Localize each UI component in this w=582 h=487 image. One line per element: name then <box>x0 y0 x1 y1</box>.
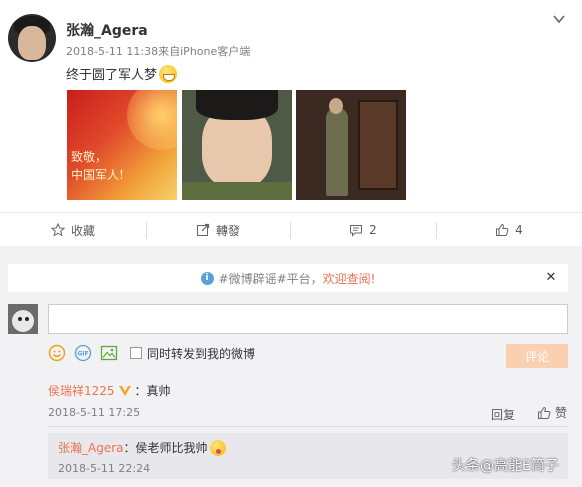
subreply-author[interactable]: 张瀚_Agera <box>58 439 124 456</box>
divider <box>48 426 568 427</box>
repost-checkbox[interactable] <box>130 347 142 359</box>
submit-comment-button[interactable]: 评论 <box>506 344 568 368</box>
post-photo-3[interactable] <box>296 90 406 200</box>
kiss-emoji-icon <box>209 439 226 456</box>
comment-reply-button[interactable]: 回复 <box>491 406 515 423</box>
comment-count: 2 <box>369 223 377 237</box>
comment-item: 侯瑞祥1225 ：真帅 <box>48 382 171 399</box>
post-date[interactable]: 2018-5-11 11:38 <box>66 45 158 58</box>
image-icon[interactable] <box>100 344 118 362</box>
rumor-notice: i #微博辟谣#平台， 欢迎查阅! ✕ <box>8 264 568 292</box>
post-photo-2[interactable] <box>182 90 292 200</box>
watermark: 头条@高能E筒子 <box>452 458 559 474</box>
repost-icon <box>196 223 210 236</box>
post-meta: 2018-5-11 11:38来自iPhone客户端 <box>66 43 250 59</box>
author-avatar[interactable] <box>8 14 56 62</box>
comment-time: 2018-5-11 17:25 <box>48 406 141 419</box>
comment-input[interactable] <box>48 304 568 334</box>
verified-badge-icon <box>118 385 131 396</box>
comment-like-label: 赞 <box>555 406 568 420</box>
chevron-down-icon[interactable] <box>552 12 566 26</box>
post-source: 来自iPhone客户端 <box>158 45 251 58</box>
like-button[interactable]: 4 <box>436 213 582 247</box>
comment-author[interactable]: 侯瑞祥1225 <box>48 382 115 399</box>
composer-toolbar: GIF 同时转发到我的微博 <box>48 344 255 362</box>
favorite-button[interactable]: 收藏 <box>0 213 146 247</box>
notice-text: #微博辟谣#平台， <box>218 271 323 286</box>
post-text-content: 终于圆了军人梦 <box>66 68 158 83</box>
comment-icon <box>350 225 363 237</box>
close-icon[interactable]: ✕ <box>544 271 558 285</box>
comments-panel: i #微博辟谣#平台， 欢迎查阅! ✕ GIF 同时转发到我的微博 评论 侯瑞祥1… <box>0 246 582 487</box>
subreply-text: ：侯老师比我帅 <box>123 441 208 455</box>
info-icon: i <box>200 271 214 285</box>
post-photo-1[interactable]: 致敬， 中国军人! <box>67 90 177 200</box>
post-text: 终于圆了军人梦 <box>66 64 178 83</box>
author-name[interactable]: 张瀚_Agera <box>66 20 148 40</box>
grin-emoji-icon <box>159 65 178 83</box>
comment-text: ：真帅 <box>134 384 171 398</box>
svg-text:GIF: GIF <box>77 351 88 358</box>
like-count: 4 <box>515 223 523 237</box>
repost-label: 轉發 <box>215 223 240 238</box>
photo-caption: 致敬， 中国军人! <box>71 150 124 182</box>
thumbs-up-icon <box>538 406 551 419</box>
favorite-label: 收藏 <box>70 223 95 238</box>
my-avatar[interactable] <box>8 304 38 334</box>
star-icon <box>50 223 65 237</box>
weibo-post: 张瀚_Agera 2018-5-11 11:38来自iPhone客户端 终于圆了… <box>0 0 582 212</box>
comment-button[interactable]: 2 <box>290 213 436 247</box>
subreply-time: 2018-5-11 22:24 <box>58 462 151 475</box>
post-action-bar: 收藏 轉發 2 4 <box>0 212 582 246</box>
comment-like-button[interactable]: 赞 <box>537 404 567 421</box>
repost-button[interactable]: 轉發 <box>146 213 290 247</box>
repost-checkbox-label[interactable]: 同时转发到我的微博 <box>147 345 255 362</box>
notice-link[interactable]: 欢迎查阅! <box>323 270 376 287</box>
thumbs-up-icon <box>496 223 509 236</box>
emoji-icon[interactable] <box>48 344 66 362</box>
gif-icon[interactable]: GIF <box>74 344 92 362</box>
